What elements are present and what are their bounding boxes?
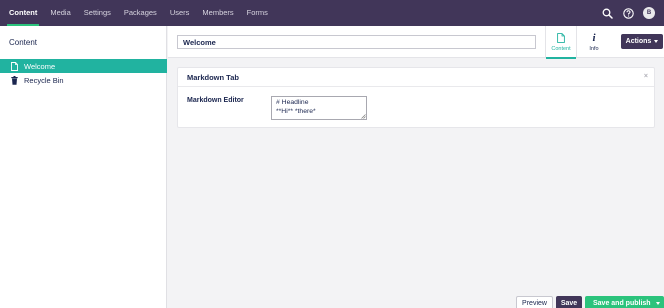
nav-item-settings[interactable]: Settings bbox=[84, 0, 111, 26]
top-navigation: Content Media Settings Packages Users Me… bbox=[0, 0, 664, 26]
caret-down-icon[interactable] bbox=[656, 302, 660, 305]
nav-item-content[interactable]: Content bbox=[6, 0, 40, 26]
editor-footer: Preview Save Save and publish bbox=[168, 294, 664, 308]
save-and-publish-button[interactable]: Save and publish bbox=[585, 296, 664, 308]
document-icon bbox=[10, 61, 19, 71]
user-avatar[interactable]: B bbox=[643, 7, 655, 19]
search-icon[interactable] bbox=[601, 7, 613, 19]
node-name-input[interactable] bbox=[177, 35, 536, 49]
document-icon bbox=[557, 33, 565, 44]
topbar-tools: B bbox=[601, 0, 664, 26]
tree-item-label: Recycle Bin bbox=[24, 75, 64, 85]
actions-label: Actions bbox=[625, 38, 652, 45]
nav-item-members[interactable]: Members bbox=[202, 0, 233, 26]
markdown-tab-panel: Markdown Tab × Markdown Editor bbox=[177, 67, 655, 128]
content-tree: Content Welcome Recycle Bin bbox=[0, 26, 167, 308]
tree-item-label: Welcome bbox=[24, 61, 56, 71]
editor-header: Content i Info Actions bbox=[168, 26, 664, 59]
publish-label: Save and publish bbox=[593, 299, 651, 307]
resize-handle-icon[interactable] bbox=[361, 114, 366, 119]
close-icon[interactable]: × bbox=[644, 73, 648, 80]
markdown-editor-textarea[interactable] bbox=[271, 96, 367, 120]
trash-icon bbox=[10, 75, 19, 85]
actions-button[interactable]: Actions bbox=[621, 34, 663, 49]
nav-item-packages[interactable]: Packages bbox=[124, 0, 157, 26]
tab-content[interactable]: Content bbox=[545, 26, 577, 59]
help-icon[interactable] bbox=[622, 7, 634, 19]
tab-label: Content bbox=[551, 45, 571, 52]
nav-item-users[interactable]: Users bbox=[170, 0, 190, 26]
caret-down-icon bbox=[654, 40, 659, 43]
tab-label: Info bbox=[589, 45, 599, 52]
preview-button[interactable]: Preview bbox=[516, 296, 553, 308]
nav-item-media[interactable]: Media bbox=[50, 0, 70, 26]
panel-title: Markdown Tab bbox=[187, 72, 239, 82]
tree-item-welcome[interactable]: Welcome bbox=[0, 59, 167, 73]
save-button[interactable]: Save bbox=[556, 296, 582, 308]
tree-title: Content bbox=[9, 38, 38, 47]
nav-item-forms[interactable]: Forms bbox=[247, 0, 268, 26]
tab-info[interactable]: i Info bbox=[578, 26, 610, 58]
property-label: Markdown Editor bbox=[187, 97, 244, 104]
panel-header: Markdown Tab × bbox=[178, 68, 654, 87]
info-icon: i bbox=[592, 31, 596, 44]
tree-item-recycle-bin[interactable]: Recycle Bin bbox=[0, 73, 167, 87]
